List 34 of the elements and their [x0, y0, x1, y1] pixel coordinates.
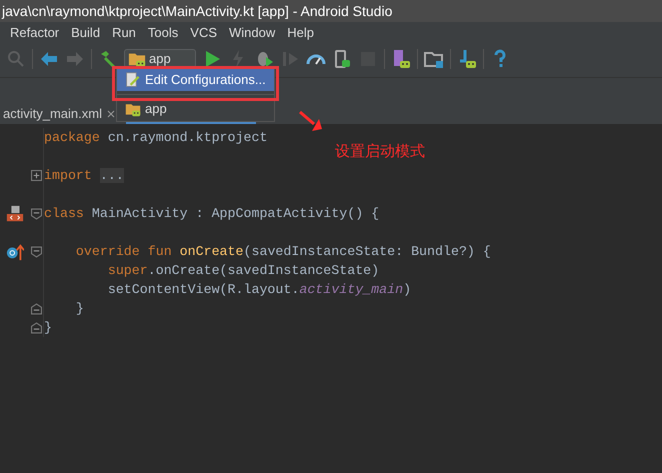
fold-end-icon[interactable] — [31, 322, 42, 334]
menu-item[interactable]: Window — [229, 23, 276, 43]
fold-collapse-icon[interactable] — [31, 246, 42, 258]
override-icon[interactable] — [6, 242, 24, 260]
project-structure-icon[interactable] — [424, 49, 444, 69]
annotation-text: 设置启动模式 — [335, 142, 425, 162]
fold-collapse-icon[interactable] — [31, 208, 42, 220]
fold-expand-icon[interactable] — [31, 170, 42, 181]
menu-item[interactable]: Build — [71, 23, 100, 43]
menu-item[interactable]: Help — [287, 23, 314, 43]
code-line: class MainActivity : AppCompatActivity() { — [44, 204, 380, 223]
code-line: setContentView(R.layout.activity_main) — [106, 280, 412, 299]
menu-item[interactable]: app — [117, 98, 274, 120]
menu-item[interactable]: Edit Configurations... — [117, 69, 274, 91]
code-line: override fun onCreate(savedInstanceState: Bundle?) { — [74, 242, 491, 261]
editor-tab[interactable]: activity_main.xml — [0, 103, 120, 124]
code-line: import ... — [44, 166, 124, 185]
sdk-manager-icon[interactable] — [457, 49, 477, 69]
menu-item[interactable]: Tools — [148, 23, 178, 43]
fold-end-icon[interactable] — [31, 302, 42, 314]
window-title: java\cn\raymond\ktproject\MainActivity.kt [app] - Android Studio — [0, 0, 662, 22]
code-line: package cn.raymond.ktproject — [44, 128, 268, 147]
menu-item[interactable]: VCS — [190, 23, 218, 43]
menu-item[interactable]: Run — [112, 23, 136, 43]
code-line: } — [44, 318, 52, 337]
phone-icon[interactable] — [332, 49, 352, 69]
close-icon[interactable] — [106, 108, 116, 118]
layout-icon[interactable] — [6, 204, 24, 222]
edit-configurations-icon — [125, 72, 141, 88]
code-line: super.onCreate(savedInstanceState) — [106, 262, 380, 280]
folder-icon — [125, 101, 141, 117]
menu-item[interactable]: Refactor — [10, 23, 60, 43]
code-line: } — [74, 300, 84, 318]
avd-manager-icon[interactable] — [391, 49, 411, 69]
